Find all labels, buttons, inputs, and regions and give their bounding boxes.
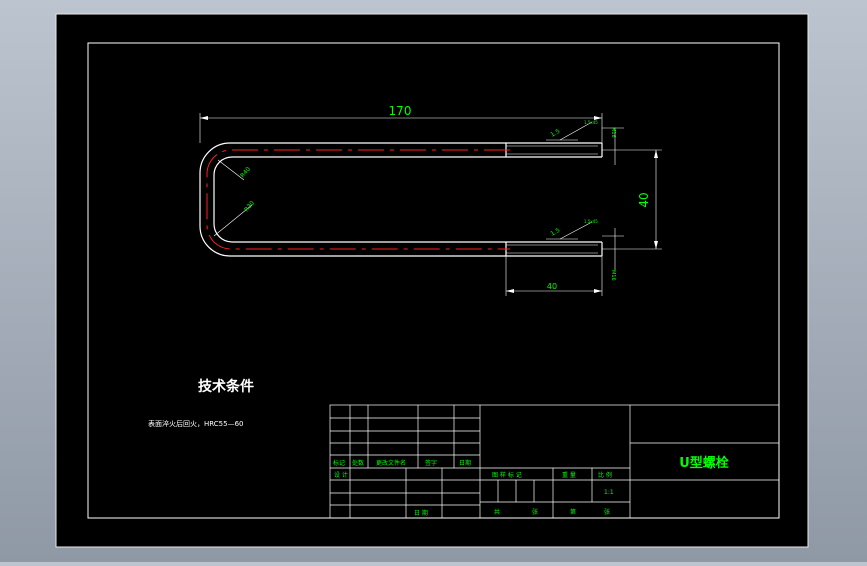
drawing-canvas: 170 40 40 R40 R30 1.5 1.5 M16 M16 1.5x45… [55,13,809,548]
svg-text:共: 共 [494,508,500,516]
svg-text:张: 张 [532,508,538,516]
svg-text:比 例: 比 例 [598,471,612,479]
dim-spacing: 40 [637,192,651,207]
svg-text:重 量: 重 量 [562,471,576,479]
part-name: U型螺栓 [679,455,729,471]
svg-text:图 样 标 记: 图 样 标 记 [492,471,522,479]
tech-line-1: 表面淬火后回火，HRC55—60 [148,419,243,428]
dim-thread-length: 40 [547,282,557,291]
svg-text:设 计: 设 计 [334,471,348,479]
note-top-label: 1.5x45 [584,120,598,125]
svg-text:签字: 签字 [425,459,437,467]
svg-text:更改文件名: 更改文件名 [376,459,406,467]
dim-overall-length: 170 [389,104,412,118]
svg-text:第: 第 [570,508,576,516]
svg-text:张: 张 [604,508,610,516]
tech-heading: 技术条件 [198,378,254,395]
svg-text:处数: 处数 [352,459,364,467]
svg-text:日期: 日期 [459,459,471,467]
svg-text:日 期: 日 期 [414,509,428,517]
cad-viewport[interactable]: 170 40 40 R40 R30 1.5 1.5 M16 M16 1.5x45… [0,0,867,562]
thread-top-label: M16 [610,127,616,138]
note-bottom-label: 1.5x45 [584,219,598,224]
thread-bottom-label: M16 [610,270,616,281]
svg-text:1:1: 1:1 [604,489,614,496]
svg-text:标记: 标记 [333,459,345,467]
